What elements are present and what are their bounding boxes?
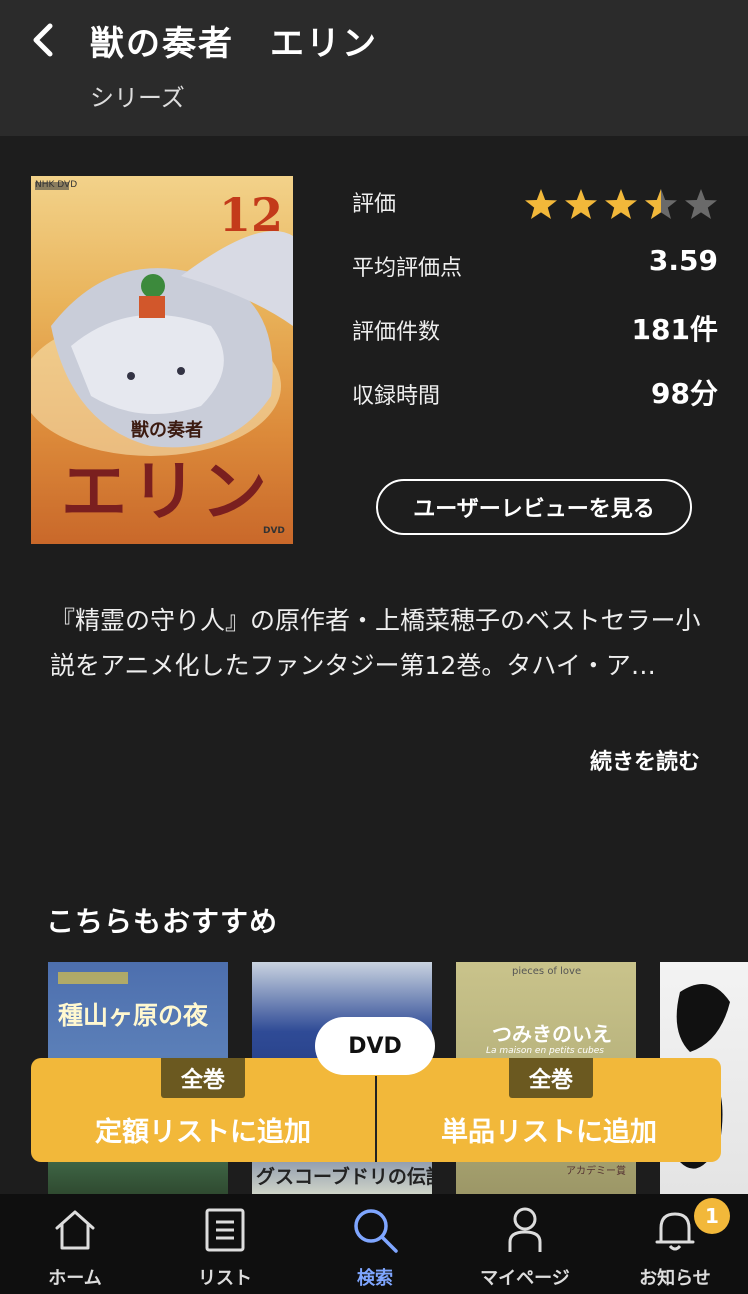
recommendations-title: こちらもおすすめ	[46, 905, 279, 938]
list-icon	[205, 1208, 245, 1252]
recommendation-award: アカデミー賞	[566, 1166, 626, 1177]
tab-label: 検索	[357, 1268, 393, 1289]
runtime-label: 収録時間	[352, 384, 441, 409]
star-icon	[605, 189, 637, 219]
cover-brand: NHK DVD	[35, 180, 78, 190]
recommendation-title: 種山ヶ原の夜	[58, 1001, 209, 1030]
recommendation-subtitle: La maison en petits cubes	[486, 1046, 604, 1056]
search-icon	[354, 1209, 398, 1253]
average-rating-value: 3.59	[648, 244, 718, 277]
recommendation-bottom-title: グスコーブドリの伝記	[256, 1166, 432, 1188]
rating-label: 評価	[352, 192, 397, 217]
page-subtitle: シリーズ	[90, 84, 185, 112]
recommendation-subtitle	[58, 972, 128, 984]
tab-label: ホーム	[48, 1268, 102, 1289]
rating-count-value: 181件	[631, 313, 718, 346]
home-icon	[55, 1210, 95, 1250]
page-title: 獣の奏者 エリン	[90, 24, 378, 64]
tab-label: お知らせ	[639, 1268, 711, 1289]
format-badge[interactable]: DVD	[315, 1017, 435, 1075]
average-rating-label: 平均評価点	[352, 256, 463, 281]
tab-label: マイページ	[480, 1268, 570, 1289]
star-icon	[565, 189, 597, 219]
description-text: 『精霊の守り人』の原作者・上橋菜穂子のベストセラー小説をアニメ化したファンタジー…	[50, 606, 701, 680]
tab-label: リスト	[198, 1268, 252, 1289]
header: 獣の奏者 エリン シリーズ	[0, 0, 748, 136]
bell-icon	[655, 1212, 695, 1251]
recommendation-title: つみきのいえ	[492, 1022, 612, 1046]
cover-dvd-label: DVD	[263, 526, 285, 536]
recommendation-top-label: pieces of love	[512, 966, 582, 977]
add-to-single-list-label: 単品リストに追加	[441, 1117, 657, 1148]
notification-count-badge: 1	[694, 1198, 730, 1234]
cover-volume-number: 12	[219, 188, 284, 242]
add-to-subscription-list-button[interactable]: 全巻 定額リストに追加	[31, 1058, 375, 1162]
star-empty-icon	[685, 189, 717, 219]
rating-stars	[525, 189, 717, 219]
runtime-value: 98分	[651, 377, 718, 410]
person-icon	[508, 1207, 542, 1252]
add-to-subscription-list-label: 定額リストに追加	[95, 1117, 311, 1148]
read-more-link[interactable]: 続きを読む	[590, 744, 700, 776]
back-arrow-icon[interactable]	[26, 20, 62, 60]
tab-home[interactable]: ホーム	[0, 1194, 150, 1294]
rating-count-label: 評価件数	[352, 320, 441, 345]
add-to-single-list-button[interactable]: 全巻 単品リストに追加	[377, 1058, 721, 1162]
all-volumes-badge: 全巻	[161, 1058, 245, 1098]
cover-image: 12 獣の奏者 エリン NHK DVD DVD	[31, 176, 293, 544]
user-review-button[interactable]: ユーザーレビューを見る	[376, 479, 692, 535]
all-volumes-badge: 全巻	[509, 1058, 593, 1098]
tab-search[interactable]: 検索	[300, 1194, 450, 1294]
star-icon	[525, 189, 557, 219]
tab-bar: ホーム リスト 検索 マイページ お知らせ	[0, 1194, 748, 1294]
tab-list[interactable]: リスト	[150, 1194, 300, 1294]
cover-series-large: エリン	[61, 452, 271, 530]
tab-mypage[interactable]: マイページ	[450, 1194, 600, 1294]
